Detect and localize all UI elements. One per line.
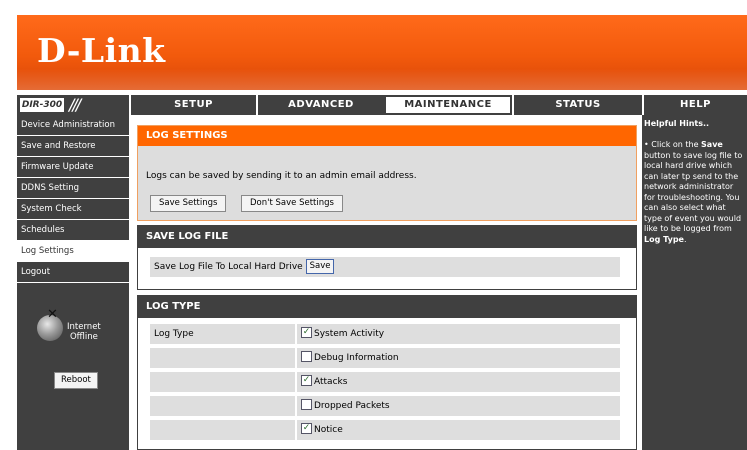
log-type-label: Log Type bbox=[150, 324, 295, 344]
log-option-system-activity[interactable]: ✓ System Activity bbox=[297, 324, 620, 344]
checkbox-notice[interactable]: ✓ bbox=[301, 423, 312, 434]
help-text-part: . bbox=[683, 234, 687, 244]
checkbox-attacks[interactable]: ✓ bbox=[301, 375, 312, 386]
option-label: System Activity bbox=[314, 329, 385, 339]
checkbox-debug-information[interactable] bbox=[301, 351, 312, 362]
header-banner: D-Link bbox=[17, 15, 747, 90]
checkbox-dropped-packets[interactable] bbox=[301, 399, 312, 410]
empty-label-cell bbox=[150, 396, 295, 416]
sidebar-item-logout[interactable]: Logout bbox=[17, 262, 129, 283]
internet-status-text: Internet Offline bbox=[67, 322, 101, 342]
log-type-row: Log Type ✓ System Activity bbox=[150, 324, 620, 344]
internet-status-line2: Offline bbox=[69, 332, 98, 342]
empty-label-cell bbox=[150, 348, 295, 368]
save-log-file-row-content: Save Log File To Local Hard Drive Save bbox=[154, 257, 335, 277]
log-type-header: LOG TYPE bbox=[138, 296, 636, 318]
save-log-file-label: Save Log File To Local Hard Drive bbox=[154, 262, 303, 272]
help-title: Helpful Hints.. bbox=[644, 119, 710, 128]
help-bold-save: Save bbox=[701, 140, 723, 149]
log-option-debug-information[interactable]: Debug Information bbox=[297, 348, 620, 368]
sidebar-item-ddns-setting[interactable]: DDNS Setting bbox=[17, 178, 129, 199]
sidebar-item-system-check[interactable]: System Check bbox=[17, 199, 129, 220]
dont-save-settings-button[interactable]: Don't Save Settings bbox=[241, 195, 343, 212]
tab-status[interactable]: STATUS bbox=[512, 95, 642, 115]
help-text-part: button to save log file to local hard dr… bbox=[644, 150, 743, 234]
option-label: Debug Information bbox=[314, 353, 399, 363]
empty-label-cell bbox=[150, 372, 295, 392]
model-label: DIR-300 bbox=[20, 98, 64, 112]
tab-advanced[interactable]: ADVANCED bbox=[256, 95, 384, 115]
dlink-logo: D-Link bbox=[37, 31, 166, 70]
model-slashes: /// bbox=[69, 95, 81, 114]
save-settings-button[interactable]: Save Settings bbox=[150, 195, 227, 212]
log-settings-panel: LOG SETTINGS Logs can be saved by sendin… bbox=[137, 125, 637, 221]
tab-setup[interactable]: SETUP bbox=[129, 95, 256, 115]
save-log-file-row: Save Log File To Local Hard Drive Save bbox=[150, 257, 620, 277]
internet-status-line1: Internet bbox=[67, 322, 101, 332]
log-option-dropped-packets[interactable]: Dropped Packets bbox=[297, 396, 620, 416]
help-text: • Click on the Save button to save log f… bbox=[644, 140, 746, 245]
top-navigation: DIR-300 /// SETUP ADVANCED MAINTENANCE S… bbox=[17, 95, 747, 115]
log-settings-header: LOG SETTINGS bbox=[138, 126, 636, 146]
save-log-button[interactable]: Save bbox=[305, 259, 335, 274]
log-type-row: ✓ Attacks bbox=[150, 372, 620, 392]
reboot-button[interactable]: Reboot bbox=[54, 372, 98, 389]
sidebar-item-save-and-restore[interactable]: Save and Restore bbox=[17, 136, 129, 157]
log-settings-description: Logs can be saved by sending it to an ad… bbox=[146, 171, 417, 181]
checkbox-system-activity[interactable]: ✓ bbox=[301, 327, 312, 338]
model-box: DIR-300 /// bbox=[17, 95, 129, 115]
log-type-row: Dropped Packets bbox=[150, 396, 620, 416]
option-label: Notice bbox=[314, 425, 343, 435]
internet-status: ✕ Internet Offline bbox=[17, 305, 129, 345]
disconnected-icon: ✕ bbox=[47, 307, 58, 322]
main-content: LOG SETTINGS Logs can be saved by sendin… bbox=[129, 115, 642, 450]
sidebar-item-schedules[interactable]: Schedules bbox=[17, 220, 129, 241]
help-bold-log-type: Log Type bbox=[644, 234, 684, 244]
option-label: Dropped Packets bbox=[314, 401, 390, 411]
log-option-attacks[interactable]: ✓ Attacks bbox=[297, 372, 620, 392]
help-panel: Helpful Hints.. • Click on the Save butt… bbox=[642, 115, 747, 450]
sidebar-item-device-administration[interactable]: Device Administration bbox=[17, 115, 129, 136]
log-type-panel: LOG TYPE Log Type ✓ System Activity Debug… bbox=[137, 295, 637, 450]
sidebar: Device Administration Save and Restore F… bbox=[17, 115, 129, 450]
save-log-file-header: SAVE LOG FILE bbox=[138, 226, 636, 248]
log-option-notice[interactable]: ✓ Notice bbox=[297, 420, 620, 440]
save-log-file-panel: SAVE LOG FILE Save Log File To Local Har… bbox=[137, 225, 637, 290]
tab-help[interactable]: HELP bbox=[642, 95, 747, 115]
sidebar-item-firmware-update[interactable]: Firmware Update bbox=[17, 157, 129, 178]
log-type-row: Debug Information bbox=[150, 348, 620, 368]
sidebar-item-log-settings[interactable]: Log Settings bbox=[17, 241, 129, 262]
tab-maintenance[interactable]: MAINTENANCE bbox=[384, 95, 512, 115]
empty-label-cell bbox=[150, 420, 295, 440]
option-label: Attacks bbox=[314, 377, 348, 387]
help-text-part: Click on the bbox=[648, 140, 702, 149]
log-type-row: ✓ Notice bbox=[150, 420, 620, 440]
